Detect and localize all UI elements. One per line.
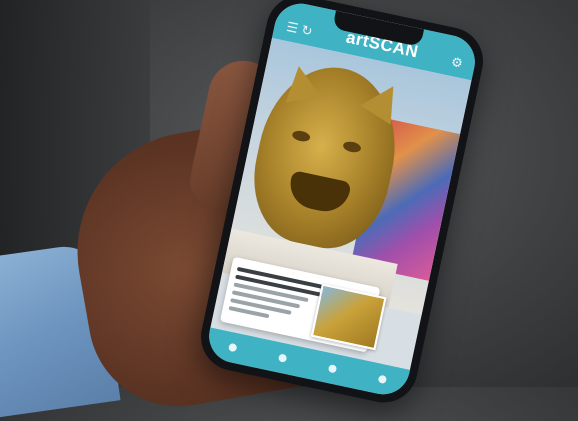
menu-icon[interactable]: ☰ ↻ [285,19,314,40]
home-icon[interactable] [227,342,237,353]
sculpture-eye [291,129,312,143]
profile-icon[interactable] [377,374,387,384]
settings-icon[interactable]: ⚙ [450,54,465,72]
scan-icon[interactable] [277,353,287,363]
collection-icon[interactable] [327,363,337,374]
sculpture-ear [281,63,322,103]
sculpture-eye [342,140,362,154]
sculpture-ear [360,76,409,125]
sculpture-mouth [285,170,352,216]
